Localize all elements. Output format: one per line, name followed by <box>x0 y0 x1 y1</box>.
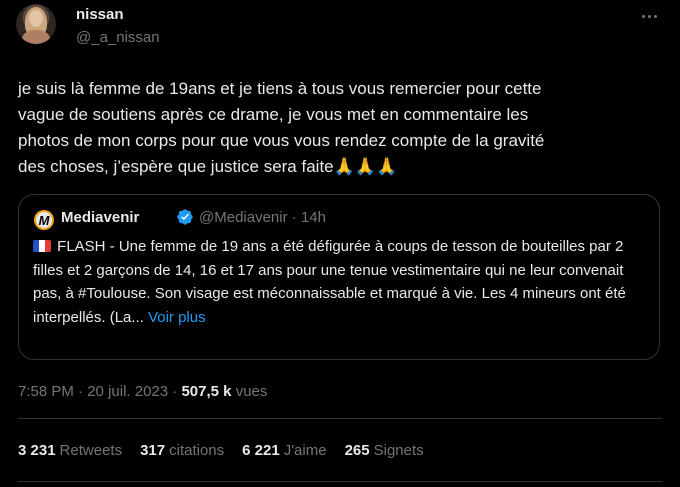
france-flag-icon <box>33 240 51 252</box>
quote-text: FLASH - Une femme de 19 ans a été défigu… <box>33 235 645 329</box>
quote-separator: · <box>291 209 297 226</box>
tweet-text: je suis là femme de 19ans et je tiens à … <box>18 76 658 180</box>
stat-retweets[interactable]: 3 231 Retweets <box>18 442 122 459</box>
stat-likes[interactable]: 6 221 J'aime <box>242 442 326 459</box>
avatar[interactable] <box>16 4 56 44</box>
tweet-meta: 7:58 PM · 20 juil. 2023 · 507,5 k vues <box>18 383 267 400</box>
divider <box>18 418 662 419</box>
views-count: 507,5 k <box>181 383 232 400</box>
meta-separator: · <box>172 383 178 400</box>
quote-body: FLASH - Une femme de 19 ans a été défigu… <box>33 238 626 326</box>
divider <box>18 481 662 482</box>
meta-separator: · <box>78 383 84 400</box>
quote-time[interactable]: 14h <box>301 209 326 226</box>
more-options-icon[interactable] <box>638 6 660 26</box>
quote-handle[interactable]: @Mediavenir <box>199 209 288 226</box>
quote-meta: @Mediavenir · 14h <box>199 209 326 226</box>
tweet: nissan @_a_nissan je suis là femme de 19… <box>0 0 680 487</box>
pray-emoji: 🙏🙏🙏 <box>333 157 398 176</box>
tweet-date[interactable]: 20 juil. 2023 <box>87 383 168 400</box>
views-label: vues <box>235 383 268 400</box>
verified-badge-icon <box>177 209 193 225</box>
stat-bookmarks[interactable]: 265 Signets <box>345 442 424 459</box>
avatar-face <box>29 10 43 27</box>
quote-display-name[interactable]: Mediavenir <box>61 209 139 226</box>
mediavenir-logo-icon[interactable]: M <box>34 210 54 230</box>
show-more-link[interactable]: Voir plus <box>148 309 206 326</box>
tweet-time[interactable]: 7:58 PM <box>18 383 74 400</box>
stat-quotes[interactable]: 317 citations <box>140 442 224 459</box>
author-display-name[interactable]: nissan <box>76 6 124 23</box>
quoted-tweet-card[interactable]: M Mediavenir @Mediavenir · 14h FLASH - U… <box>18 194 660 360</box>
engagement-stats: 3 231 Retweets 317 citations 6 221 J'aime 2… <box>18 442 424 459</box>
avatar-body <box>22 30 50 44</box>
author-handle[interactable]: @_a_nissan <box>76 29 160 46</box>
tweet-body: je suis là femme de 19ans et je tiens à … <box>18 79 545 176</box>
